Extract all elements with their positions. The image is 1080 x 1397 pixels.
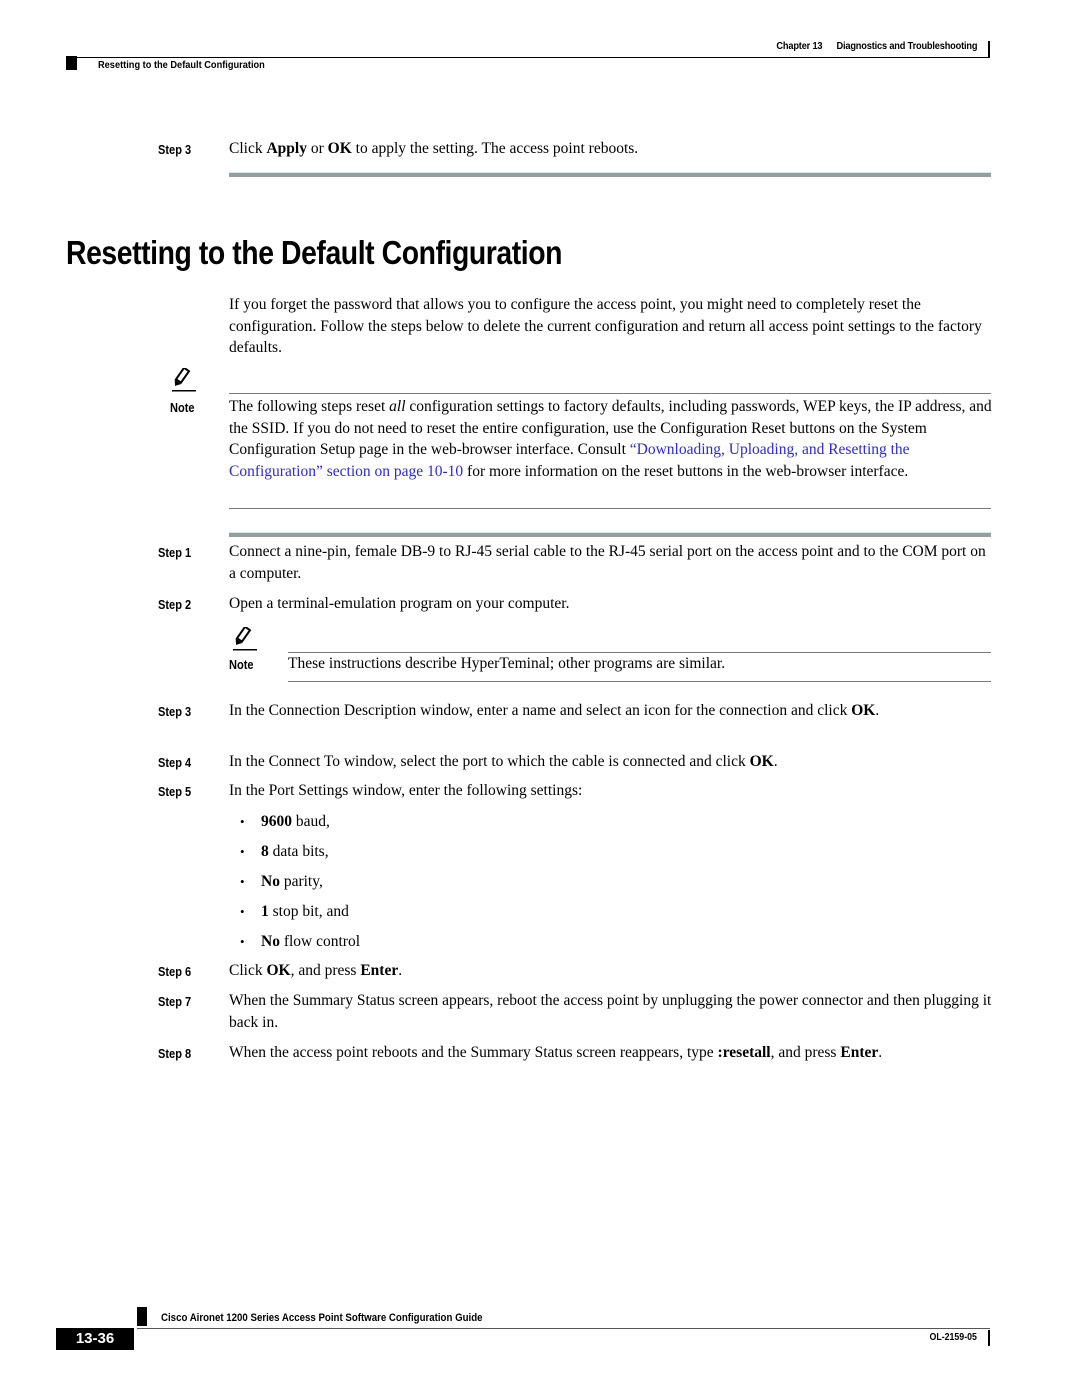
port-setting-item: • 9600 baud,	[240, 813, 330, 830]
procedure-end-rule	[229, 172, 991, 177]
bullet-icon: •	[240, 874, 245, 889]
note-bottom-rule	[229, 508, 991, 509]
ok-term: OK	[327, 140, 352, 157]
step-text: In the Port Settings window, enter the f…	[229, 782, 583, 799]
step-label: Step 4	[158, 755, 192, 770]
step-label: Step 7	[158, 994, 192, 1009]
step-text: In the Connection Description window, en…	[229, 702, 880, 719]
step-label: Step 8	[158, 1046, 192, 1061]
pencil-note-icon	[172, 368, 196, 392]
footer-square-marker	[137, 1307, 147, 1326]
page-number: 13-36	[56, 1328, 134, 1350]
intro-paragraph: If you forget the password that allows y…	[229, 296, 982, 356]
note-text: These instructions describe HyperTeminal…	[288, 655, 726, 672]
bullet-icon: •	[240, 814, 245, 829]
document-number: OL-2159-05	[929, 1332, 977, 1343]
note-top-rule	[229, 393, 991, 394]
section-title: Resetting to the Default Configuration	[66, 234, 563, 271]
header-bar-marker	[988, 41, 990, 58]
step-label: Step 3	[158, 704, 192, 719]
port-setting-item: • 1 stop bit, and	[240, 903, 349, 920]
port-setting-item: • No parity,	[240, 873, 323, 890]
bullet-icon: •	[240, 934, 245, 949]
bullet-icon: •	[240, 844, 245, 859]
note-text: The following steps reset all configurat…	[229, 398, 992, 480]
bullet-icon: •	[240, 904, 245, 919]
emphasis-all: all	[389, 398, 406, 415]
port-setting-item: • 8 data bits,	[240, 843, 329, 860]
footer-bar-marker	[988, 1330, 990, 1346]
step-text: Click OK, and press Enter.	[229, 962, 403, 979]
footer-rule	[137, 1328, 990, 1329]
header-square-marker	[66, 56, 77, 70]
step-text: Connect a nine-pin, female DB-9 to RJ-45…	[229, 543, 986, 582]
step-text: Click Apply or OK to apply the setting. …	[229, 140, 639, 157]
chapter-title: Diagnostics and Troubleshooting	[836, 40, 977, 52]
step-label: Step 3	[158, 142, 192, 157]
running-header-chapter: Chapter 13 Diagnostics and Troubleshootin…	[776, 40, 977, 52]
step-text: When the access point reboots and the Su…	[229, 1044, 883, 1061]
procedure-start-rule	[229, 532, 991, 537]
note-bottom-rule	[288, 681, 991, 682]
step-text: In the Connect To window, select the por…	[229, 753, 778, 770]
apply-term: Apply	[266, 140, 307, 157]
footer-guide-title: Cisco Aironet 1200 Series Access Point S…	[161, 1312, 483, 1324]
step-text: Open a terminal-emulation program on you…	[229, 595, 570, 612]
step-label: Step 5	[158, 784, 192, 799]
step-label: Step 1	[158, 545, 192, 560]
step-text: When the Summary Status screen appears, …	[229, 992, 992, 1031]
step-label: Step 6	[158, 964, 192, 979]
chapter-number: Chapter 13	[776, 40, 823, 52]
note-label: Note	[170, 400, 195, 415]
note-label: Note	[229, 657, 254, 672]
step-label: Step 2	[158, 597, 192, 612]
running-header-section: Resetting to the Default Configuration	[98, 59, 265, 71]
pencil-note-icon	[233, 627, 257, 651]
header-rule	[66, 57, 990, 58]
port-setting-item: • No flow control	[240, 933, 361, 950]
